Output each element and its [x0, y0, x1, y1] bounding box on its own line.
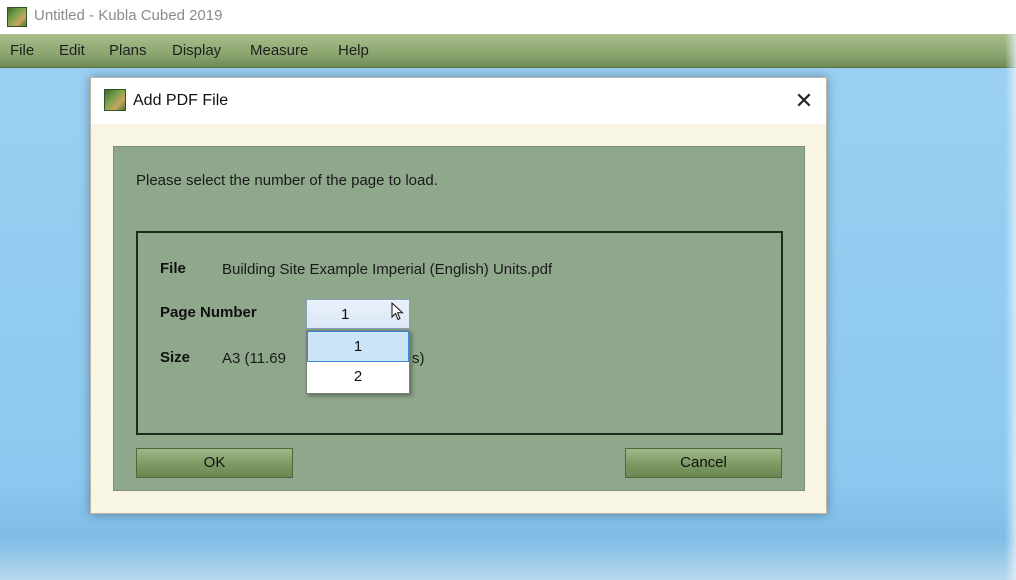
- kubla-cubed-app-icon: [7, 7, 27, 27]
- dialog-title: Add PDF File: [133, 92, 229, 109]
- pdf-info-group: File Building Site Example Imperial (Eng…: [136, 231, 783, 435]
- menu-measure[interactable]: Measure: [250, 42, 308, 59]
- page-option[interactable]: 2: [307, 362, 409, 393]
- page-number-label: Page Number: [160, 304, 257, 321]
- instruction-text: Please select the number of the page to …: [136, 172, 438, 189]
- file-label: File: [160, 260, 186, 277]
- app-titlebar: Untitled - Kubla Cubed 2019: [0, 0, 1016, 34]
- size-value-left: A3 (11.69: [222, 350, 286, 367]
- menu-plans[interactable]: Plans: [109, 42, 147, 59]
- kubla-cubed-dialog-icon: [104, 89, 126, 111]
- workspace-edge: [1005, 34, 1016, 580]
- file-name-value: Building Site Example Imperial (English)…: [222, 261, 553, 278]
- dialog-titlebar: Add PDF File ✕: [91, 78, 826, 124]
- menu-edit[interactable]: Edit: [59, 42, 85, 59]
- cancel-button[interactable]: Cancel: [625, 448, 782, 478]
- menu-file[interactable]: File: [10, 42, 34, 59]
- menu-bar: File Edit Plans Display Measure Help: [0, 34, 1016, 68]
- window-title: Untitled - Kubla Cubed 2019: [34, 7, 223, 24]
- add-pdf-dialog: Add PDF File ✕ Please select the number …: [90, 77, 827, 514]
- page-number-dropdown-list: 1 2: [306, 330, 410, 394]
- close-icon[interactable]: ✕: [791, 88, 817, 114]
- menu-help[interactable]: Help: [338, 42, 369, 59]
- ok-button[interactable]: OK: [136, 448, 293, 478]
- page-option[interactable]: 1: [307, 331, 409, 362]
- page-number-selected-value: 1: [341, 306, 350, 323]
- size-value-right: s): [412, 350, 425, 367]
- page-number-select[interactable]: 1: [306, 299, 410, 329]
- dialog-body: Please select the number of the page to …: [113, 146, 805, 491]
- menu-display[interactable]: Display: [172, 42, 221, 59]
- size-label: Size: [160, 349, 191, 366]
- mouse-pointer-icon: [391, 302, 404, 321]
